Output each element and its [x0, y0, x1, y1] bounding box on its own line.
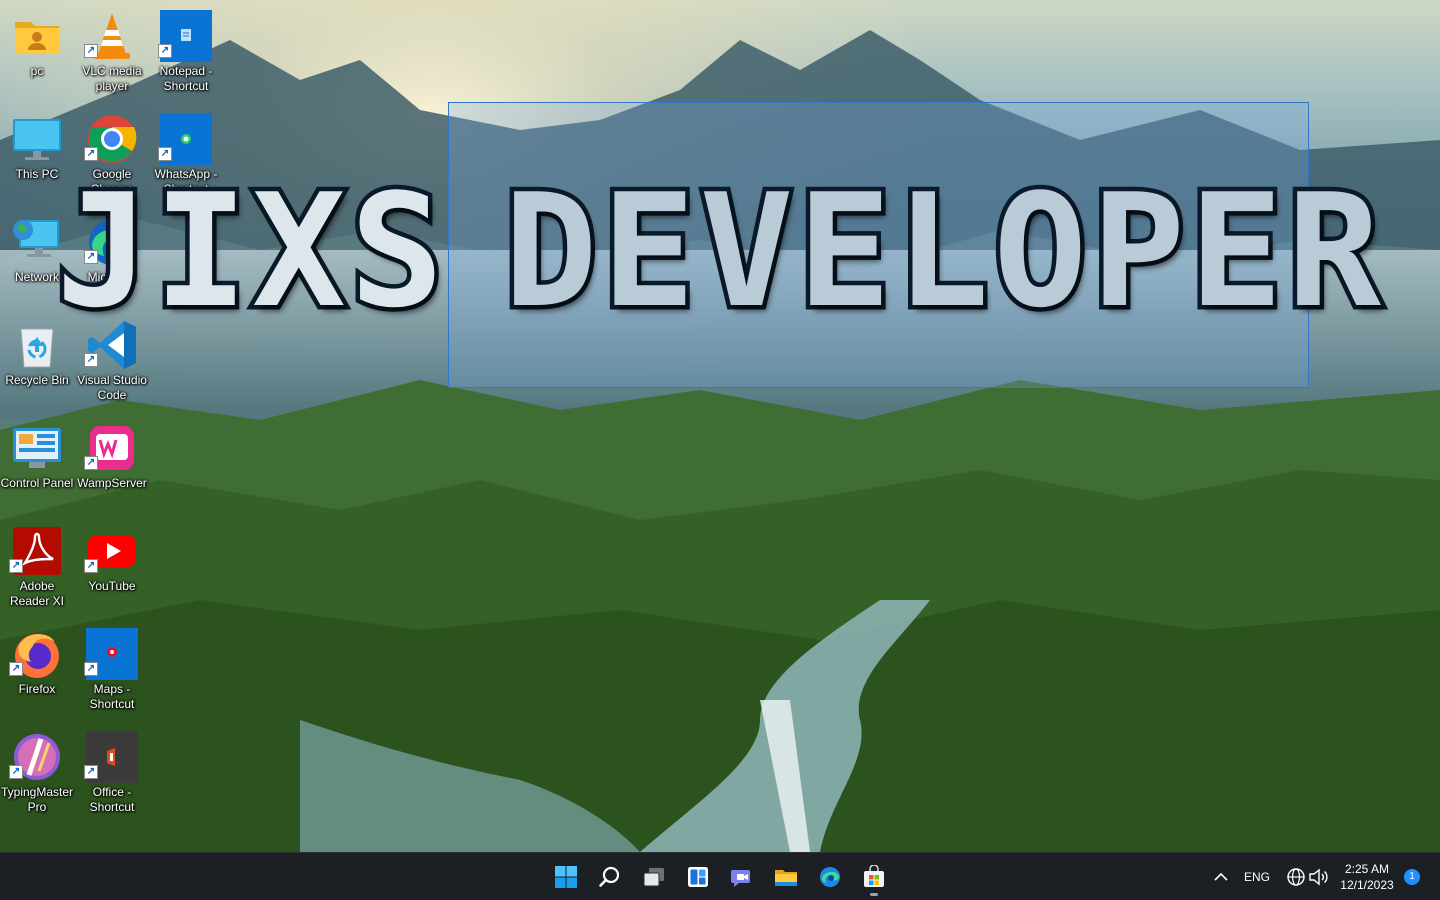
widgets-icon: [688, 867, 708, 887]
shortcut-arrow-icon: ↗: [84, 662, 98, 676]
desktop-icon-label: Maps - Shortcut: [89, 682, 135, 711]
shortcut-arrow-icon: ↗: [84, 765, 98, 779]
desktop-title-graphic: JIXS DEVELOPER: [52, 169, 1386, 334]
running-indicator: [870, 893, 878, 896]
microsoft-store-button[interactable]: [854, 857, 894, 897]
start-button[interactable]: [546, 857, 586, 897]
shortcut-arrow-icon: ↗: [84, 456, 98, 470]
shortcut-arrow-icon: ↗: [84, 559, 98, 573]
shortcut-arrow-icon: ↗: [158, 147, 172, 161]
chat-button[interactable]: [722, 857, 762, 897]
file-explorer-icon: [775, 870, 797, 886]
desktop-icon-label: pc: [30, 64, 44, 78]
desktop-icon[interactable]: ↗ VLC media player: [75, 4, 149, 104]
shortcut-arrow-icon: ↗: [84, 44, 98, 58]
network-volume-button[interactable]: [1280, 857, 1332, 897]
file-explorer-button[interactable]: [766, 857, 806, 897]
desktop-icon[interactable]: ↗ Firefox: [0, 622, 74, 722]
microsoft-store-icon: [864, 865, 884, 887]
volume-icon: [1309, 868, 1328, 886]
notification-badge[interactable]: 1: [1404, 869, 1420, 885]
monitor-icon: [11, 113, 63, 165]
chevron-up-icon: [1214, 872, 1228, 881]
desktop-icon-label: YouTube: [88, 579, 136, 593]
desktop-icon-label: TypingMaster Pro: [0, 785, 74, 814]
desktop-icon[interactable]: ↗ Office - Shortcut: [75, 725, 149, 825]
network-globe-icon: [1287, 868, 1305, 886]
desktop-icon-label: WampServer: [77, 476, 147, 490]
desktop-icon-label: VLC media player: [82, 64, 142, 93]
desktop-icon[interactable]: ↗ Adobe Reader XI: [0, 519, 74, 619]
desktop-icon[interactable]: ↗ TypingMaster Pro: [0, 725, 74, 825]
desktop-icon[interactable]: Control Panel: [0, 416, 74, 516]
widgets-button[interactable]: [678, 857, 718, 897]
shortcut-arrow-icon: ↗: [84, 353, 98, 367]
shortcut-arrow-icon: ↗: [9, 559, 23, 573]
desktop-icon[interactable]: ↗ Maps - Shortcut: [75, 622, 149, 722]
desktop-icon-label: Control Panel: [0, 476, 74, 490]
shortcut-arrow-icon: ↗: [158, 44, 172, 58]
search-button[interactable]: [590, 857, 630, 897]
shortcut-arrow-icon: ↗: [9, 662, 23, 676]
desktop-icon[interactable]: ↗ WampServer: [75, 416, 149, 516]
clock-time: 2:25 AM: [1344, 862, 1390, 876]
shortcut-arrow-icon: ↗: [9, 765, 23, 779]
clock-button[interactable]: 2:25 AM 12/1/2023: [1332, 861, 1402, 893]
desktop-icon[interactable]: ↗ YouTube: [75, 519, 149, 619]
edge-icon: [820, 867, 840, 887]
taskbar: ENG 2:25 AM 12/1/2023 1: [0, 852, 1440, 900]
task-view-button[interactable]: [634, 857, 674, 897]
edge-taskbar-button[interactable]: [810, 857, 850, 897]
desktop-icon-label: Firefox: [18, 682, 56, 696]
title-word-2: DEVELOPER: [499, 160, 1385, 342]
windows-start-icon: [555, 866, 577, 888]
desktop-icon-label: Visual Studio Code: [77, 373, 147, 402]
desktop-icon-label: Adobe Reader XI: [9, 579, 65, 608]
desktop-icon-label: Office - Shortcut: [89, 785, 135, 814]
clock-date: 12/1/2023: [1340, 878, 1394, 892]
teams-chat-icon: [731, 870, 750, 887]
title-word-1: JIXS: [52, 160, 449, 342]
language-indicator[interactable]: ENG: [1244, 870, 1270, 884]
control-panel-icon: [11, 422, 63, 474]
desktop-icon-label: Recycle Bin: [5, 373, 69, 387]
desktop-icon[interactable]: pc: [0, 4, 74, 104]
shortcut-arrow-icon: ↗: [84, 147, 98, 161]
desktop-icon[interactable]: ↗ Notepad - Shortcut: [149, 4, 223, 104]
desktop-icon-label: Notepad - Shortcut: [159, 64, 213, 93]
search-icon: [599, 866, 620, 887]
task-view-icon: [643, 868, 664, 887]
show-hidden-icons-button[interactable]: [1204, 857, 1238, 897]
user-folder-icon: [11, 10, 63, 62]
